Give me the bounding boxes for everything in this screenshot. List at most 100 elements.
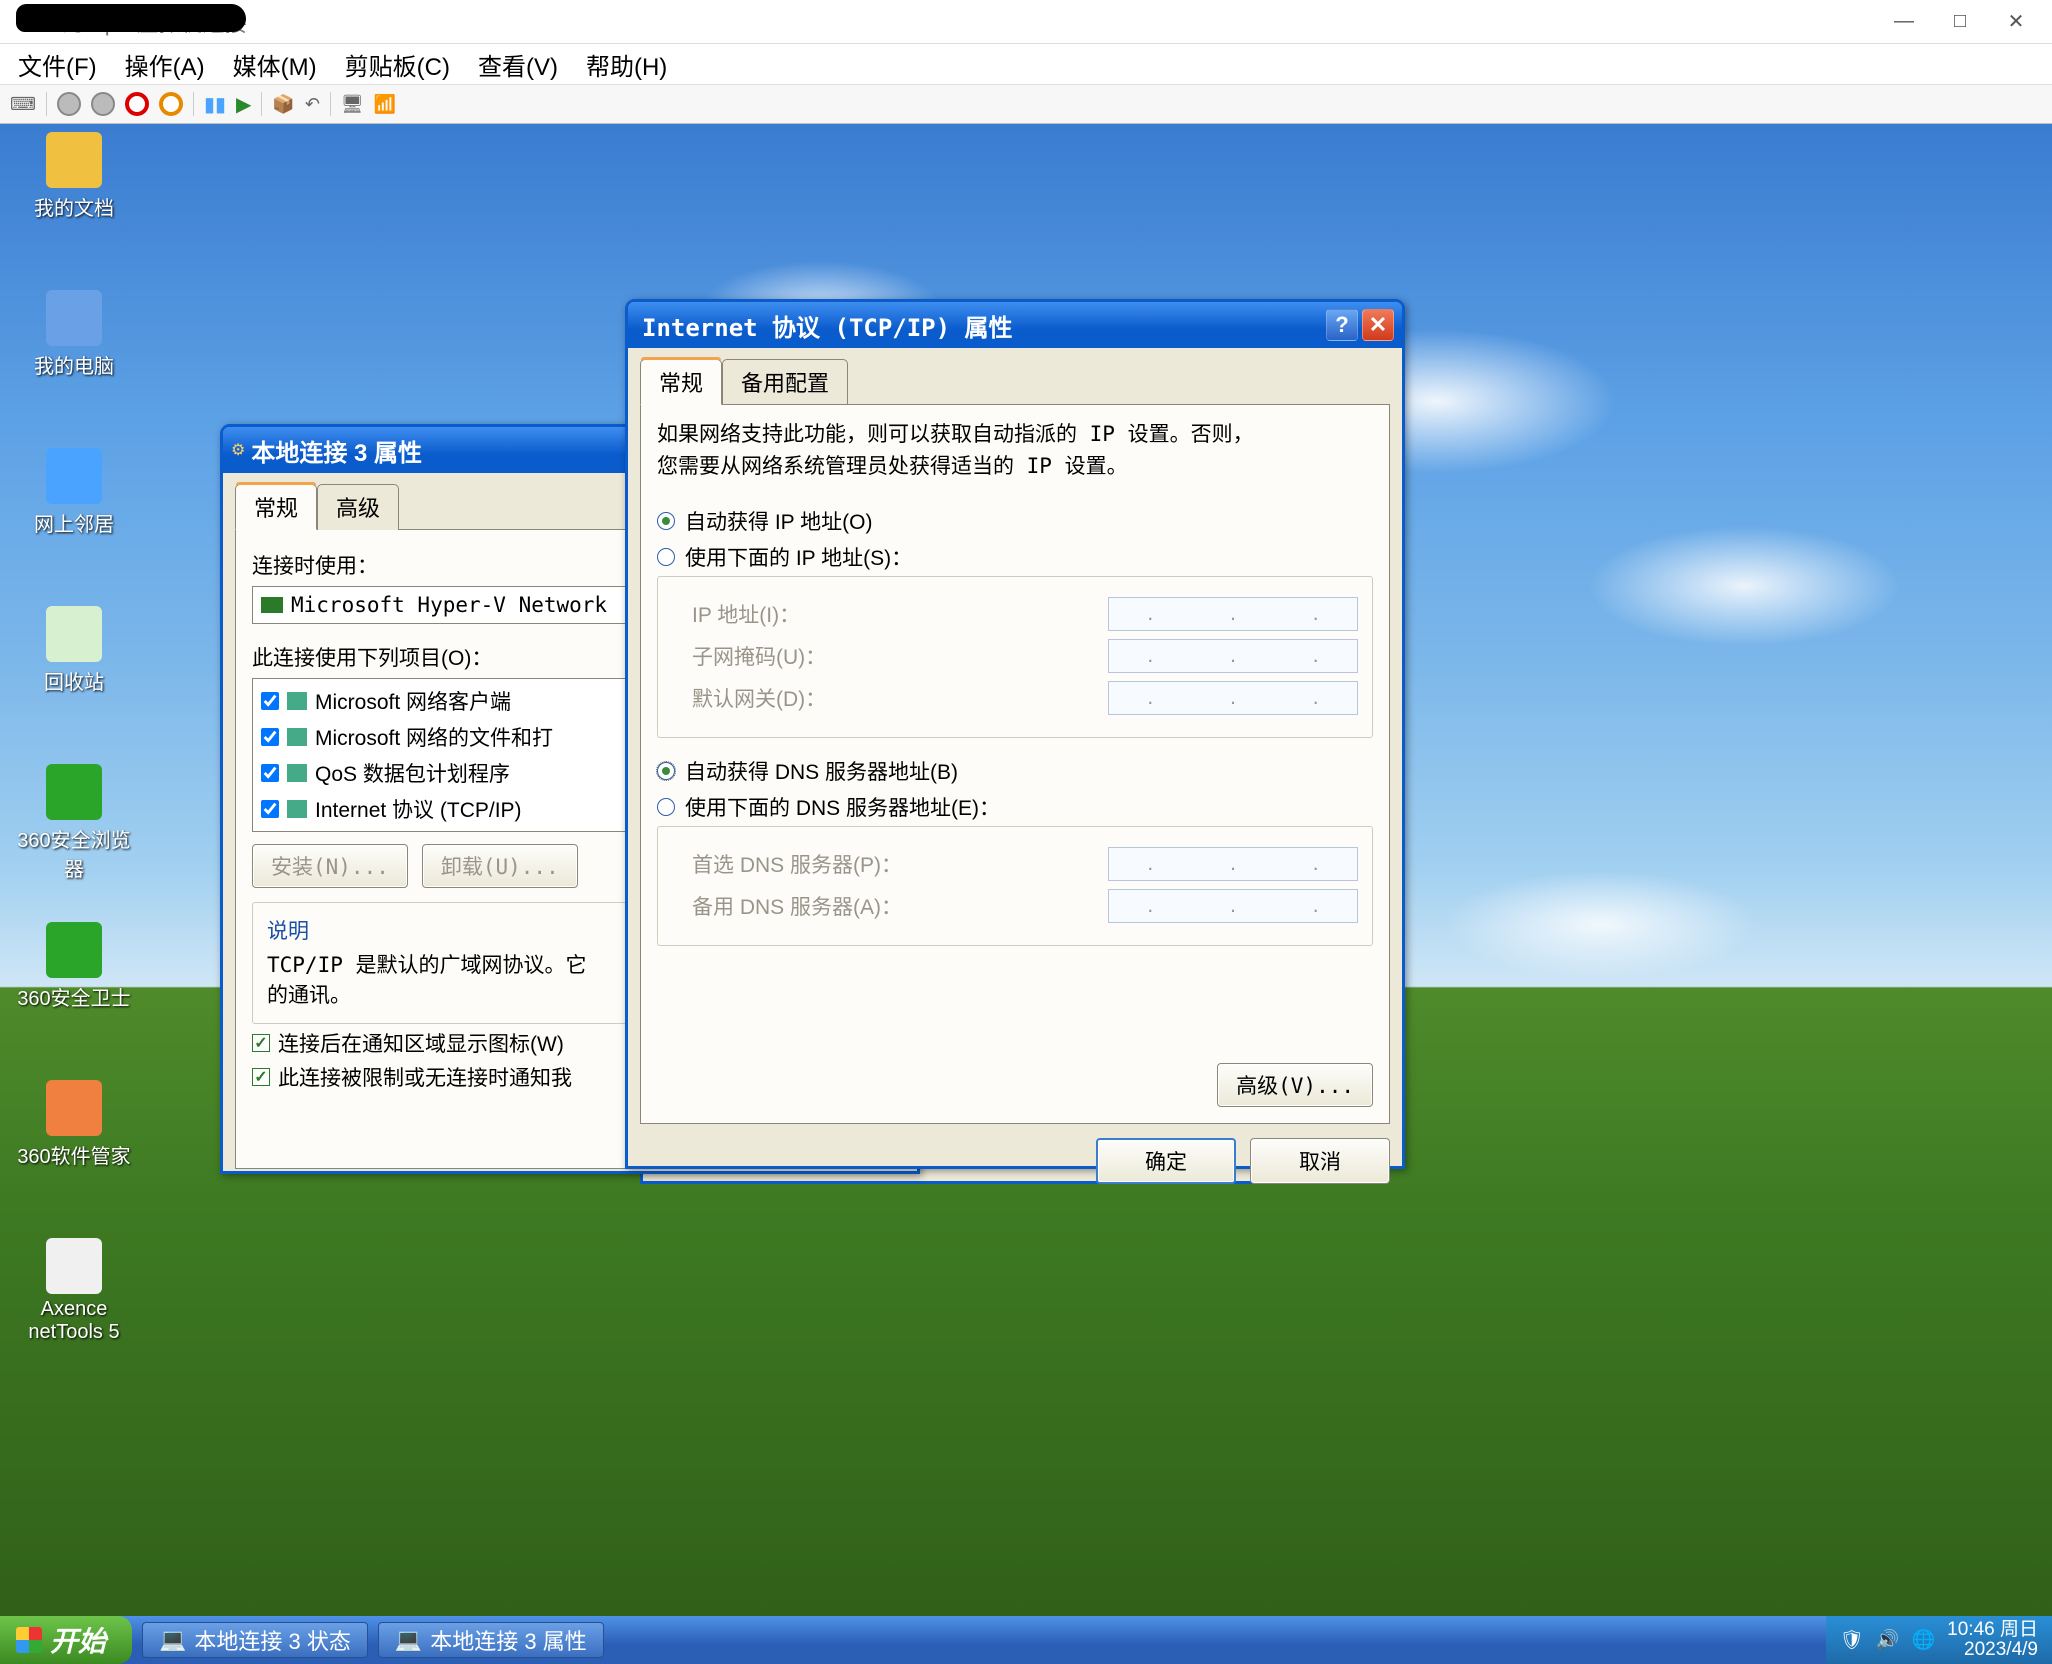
subnet-mask-input: ... (1108, 639, 1358, 673)
item-checkbox[interactable] (261, 692, 279, 710)
protocol-icon (287, 800, 307, 818)
radio-auto-ip-label: 自动获得 IP 地址(O) (685, 506, 872, 536)
icon-label: 360软件管家 (14, 1140, 134, 1169)
help-button[interactable]: ? (1326, 309, 1358, 341)
icon-label: 网上邻居 (14, 508, 134, 537)
tray-icon[interactable]: 🛡 (1840, 1628, 1864, 1652)
install-button[interactable]: 安装(N)... (252, 844, 408, 888)
desktop-icon-0[interactable]: 我的文档 (14, 132, 134, 221)
uninstall-button[interactable]: 卸载(U)... (422, 844, 578, 888)
item-checkbox[interactable] (261, 764, 279, 782)
tab-advanced[interactable]: 高级 (317, 484, 399, 530)
radio-manual-ip[interactable]: 使用下面的 IP 地址(S)： (657, 542, 1373, 572)
enhanced-session-icon[interactable]: 🖥 (341, 94, 364, 115)
icon-label: 我的文档 (14, 192, 134, 221)
redaction (16, 4, 246, 32)
cancel-button[interactable]: 取消 (1250, 1138, 1390, 1184)
radio-auto-dns[interactable]: 自动获得 DNS 服务器地址(B) (657, 756, 1373, 786)
tcpip-title: Internet 协议 (TCP/IP) 属性 (636, 308, 1322, 343)
host-menubar: 文件(F) 操作(A) 媒体(M) 剪贴板(C) 查看(V) 帮助(H) (0, 44, 2052, 84)
ip-address-label: IP 地址(I)： (692, 599, 800, 629)
start-button[interactable]: 开始 (0, 1616, 132, 1664)
gateway-input: ... (1108, 681, 1358, 715)
icon-label: 360安全卫士 (14, 982, 134, 1011)
subnet-mask-label: 子网掩码(U)： (692, 641, 826, 671)
tab-general[interactable]: 常规 (640, 359, 722, 405)
radio-manual-dns[interactable]: 使用下面的 DNS 服务器地址(E)： (657, 792, 1373, 822)
share-icon[interactable]: 📶 (374, 94, 396, 115)
host-close-button[interactable]: ✕ (1988, 7, 2044, 37)
network-icon: ⚙ (231, 440, 245, 460)
desktop-icon-2[interactable]: 网上邻居 (14, 448, 134, 537)
menu-media[interactable]: 媒体(M) (227, 43, 323, 86)
notify-limited-label: 此连接被限制或无连接时通知我 (278, 1062, 572, 1092)
host-toolbar: ⌨ ▮▮ ▶ 📦 ↶ 🖥 📶 (0, 84, 2052, 124)
pause-icon[interactable]: ▮▮ (204, 92, 226, 117)
power-icon[interactable] (91, 92, 115, 116)
advanced-button[interactable]: 高级(V)... (1217, 1063, 1373, 1107)
protocol-icon (287, 764, 307, 782)
menu-help[interactable]: 帮助(H) (580, 43, 673, 86)
tcpip-properties-window[interactable]: Internet 协议 (TCP/IP) 属性 ? ✕ 常规 备用配置 如果网络… (625, 299, 1405, 1169)
vm-viewport: 我的文档我的电脑网上邻居回收站 360安全浏览器 360安全卫士 360软件管家 Axe… (0, 124, 2052, 1664)
icon-image (46, 606, 102, 662)
tcpip-titlebar[interactable]: Internet 协议 (TCP/IP) 属性 ? ✕ (628, 302, 1402, 348)
gateway-label: 默认网关(D)： (692, 683, 826, 713)
host-minimize-button[interactable]: — (1876, 7, 1932, 37)
task-button-properties[interactable]: 💻 本地连接 3 属性 (378, 1622, 604, 1658)
desktop-icon-3[interactable]: 回收站 (14, 606, 134, 695)
windows-logo-icon (16, 1627, 42, 1653)
alternate-dns-label: 备用 DNS 服务器(A)： (692, 891, 902, 921)
start-label: 开始 (50, 1620, 106, 1660)
ok-button[interactable]: 确定 (1096, 1138, 1236, 1184)
icon-image (46, 290, 102, 346)
item-checkbox[interactable] (261, 728, 279, 746)
date: 2023/4/9 (1947, 1640, 2038, 1660)
preferred-dns-input: ... (1108, 847, 1358, 881)
clock[interactable]: 10:46 周日 2023/4/9 (1947, 1620, 2038, 1660)
desktop-icon-6[interactable]: 360软件管家 (14, 1080, 134, 1169)
tab-alternate[interactable]: 备用配置 (722, 359, 848, 405)
ip-address-input: ... (1108, 597, 1358, 631)
menu-clipboard[interactable]: 剪贴板(C) (339, 43, 456, 86)
tab-general[interactable]: 常规 (235, 484, 317, 530)
checkpoint-icon[interactable]: 📦 (272, 94, 294, 115)
menu-action[interactable]: 操作(A) (119, 43, 211, 86)
item-label: Internet 协议 (TCP/IP) (315, 794, 522, 824)
tray-icon[interactable]: 🌐 (1911, 1628, 1935, 1652)
preferred-dns-label: 首选 DNS 服务器(P)： (692, 849, 902, 879)
close-button[interactable]: ✕ (1362, 309, 1394, 341)
tray-icon[interactable]: 🔊 (1876, 1628, 1900, 1652)
protocol-icon (287, 728, 307, 746)
revert-icon[interactable]: ↶ (305, 94, 320, 115)
task-label: 本地连接 3 状态 (194, 1624, 350, 1656)
host-titlebar: 上的 Xp - 虚拟机连接 — □ ✕ (0, 0, 2052, 44)
system-tray[interactable]: 🛡 🔊 🌐 10:46 周日 2023/4/9 (1826, 1616, 2052, 1664)
desktop-icon-1[interactable]: 我的电脑 (14, 290, 134, 379)
shutdown-icon[interactable] (125, 92, 149, 116)
icon-label: Axence netTools 5 (14, 1298, 134, 1344)
item-label: Microsoft 网络客户端 (315, 686, 511, 716)
menu-file[interactable]: 文件(F) (12, 43, 103, 86)
desktop-icon-4[interactable]: 360安全浏览器 (14, 764, 134, 882)
menu-view[interactable]: 查看(V) (472, 43, 564, 86)
ctrl-alt-del-icon[interactable]: ⌨ (10, 94, 36, 115)
network-icon: 💻 (159, 1627, 186, 1653)
network-icon: 💻 (395, 1627, 422, 1653)
protocol-icon (287, 692, 307, 710)
host-maximize-button[interactable]: □ (1932, 7, 1988, 37)
icon-image (46, 448, 102, 504)
desktop-icon-7[interactable]: Axence netTools 5 (14, 1238, 134, 1344)
icon-label: 360安全浏览器 (14, 824, 134, 882)
taskbar: 开始 💻 本地连接 3 状态 💻 本地连接 3 属性 🛡 🔊 🌐 10:46 周… (0, 1616, 2052, 1664)
desktop-icon-5[interactable]: 360安全卫士 (14, 922, 134, 1011)
radio-manual-ip-label: 使用下面的 IP 地址(S)： (685, 542, 912, 572)
play-icon[interactable]: ▶ (236, 92, 251, 117)
power-icon[interactable] (57, 92, 81, 116)
icon-label: 回收站 (14, 666, 134, 695)
item-checkbox[interactable] (261, 800, 279, 818)
radio-auto-ip[interactable]: 自动获得 IP 地址(O) (657, 506, 1373, 536)
task-button-status[interactable]: 💻 本地连接 3 状态 (142, 1622, 368, 1658)
icon-image (46, 922, 102, 978)
reset-icon[interactable] (159, 92, 183, 116)
